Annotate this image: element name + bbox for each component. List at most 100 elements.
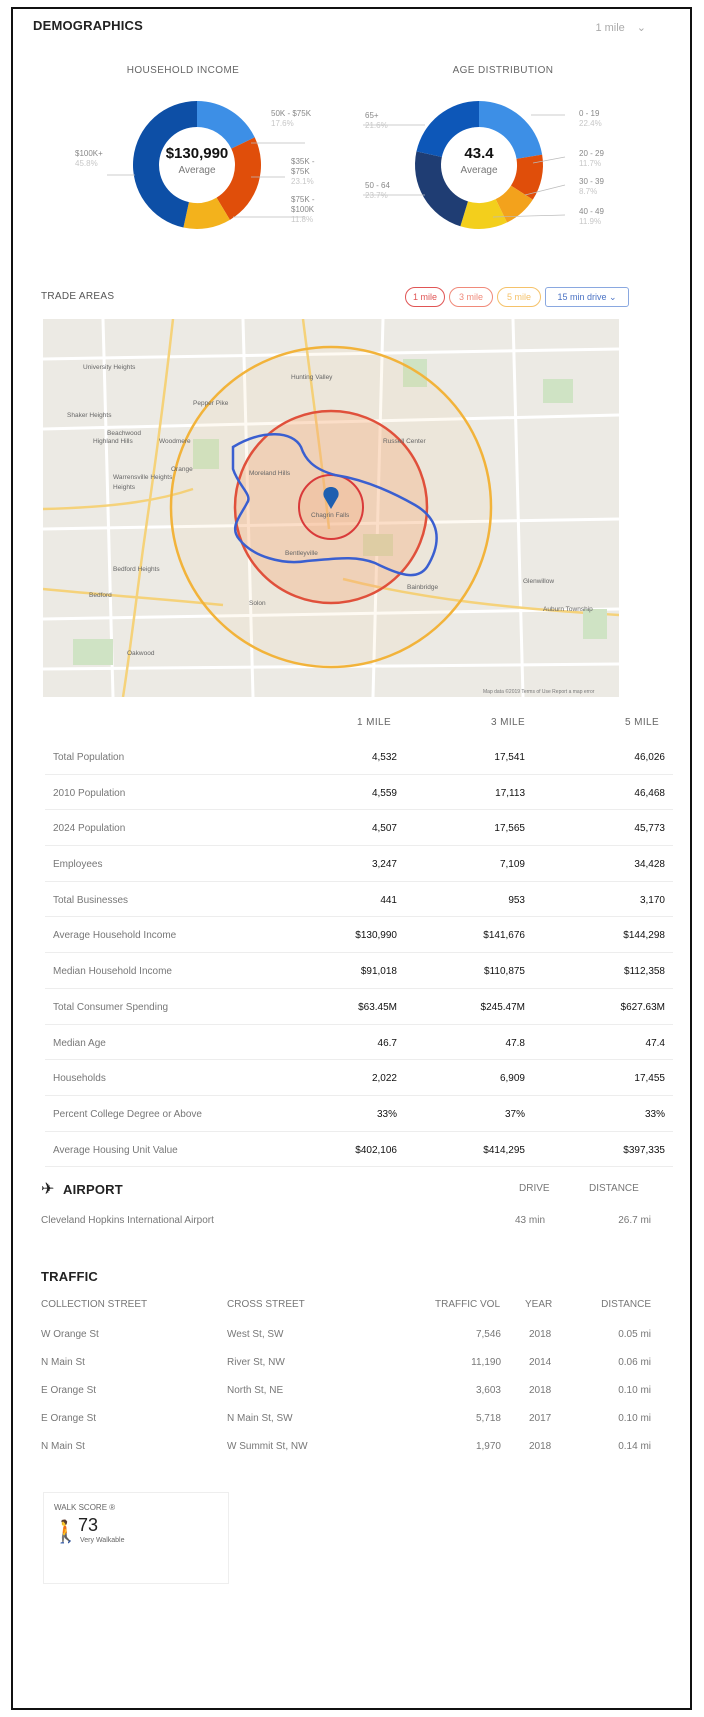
hi-label-75k-100k: $75K - $100K 11.8%: [291, 195, 315, 224]
pill-3-mile[interactable]: 3 mile: [449, 287, 493, 307]
traffic-distance: 0.10 mi: [618, 1385, 651, 1396]
traffic-row: W Orange St West St, SW 7,546 2018 0.05 mi: [41, 1321, 651, 1349]
stats-row: Households 2,022 6,909 17,455: [45, 1060, 673, 1096]
stats-value-1-mile: $91,018: [360, 966, 397, 978]
traffic-cross-street: N Main St, SW: [227, 1413, 293, 1424]
stats-row-label: 2010 Population: [53, 787, 126, 799]
traffic-collection-street: N Main St: [41, 1441, 85, 1452]
stats-value-1-mile: 4,559: [371, 787, 397, 799]
household-income-average-label: Average: [178, 165, 216, 176]
svg-text:Oakwood: Oakwood: [127, 650, 155, 657]
stats-row: Median Household Income $91,018 $110,875 $1…: [45, 953, 673, 989]
stats-value-3-mile: 17,565: [494, 823, 525, 835]
radius-select[interactable]: 1 mile: [595, 21, 646, 34]
stats-value-5-mile: 46,026: [634, 752, 665, 763]
traffic-year: 2018: [529, 1385, 552, 1396]
stats-value-1-mile: 4,507: [371, 823, 397, 835]
traffic-distance: 0.10 mi: [618, 1413, 651, 1424]
svg-text:Bainbridge: Bainbridge: [407, 584, 438, 591]
hi-label-35k-75k: $35K - $75K 23.1%: [291, 157, 315, 186]
svg-text:Solon: Solon: [249, 600, 266, 607]
walk-score-value: 73: [78, 1515, 99, 1535]
stats-value-5-mile: $144,298: [623, 930, 665, 942]
traffic-col-cross: CROSS STREET: [227, 1299, 305, 1310]
stats-row: 2024 Population 4,507 17,565 45,773: [45, 810, 673, 847]
age-average: 43.4: [464, 145, 494, 162]
stats-value-5-mile: $397,335: [623, 1144, 665, 1156]
traffic-year: 2018: [529, 1329, 552, 1340]
stats-value-5-mile: $627.63M: [620, 1001, 665, 1013]
stats-value-3-mile: 17,541: [494, 752, 525, 763]
stats-row-label: Average Household Income: [53, 930, 177, 942]
pill-1-mile[interactable]: 1 mile: [405, 287, 445, 307]
airport-col-drive: DRIVE: [519, 1183, 550, 1194]
stats-value-3-mile: 17,113: [495, 787, 525, 799]
age-distribution-card: AGE DISTRIBUTION 43.4 Average 0 - 19 22.…: [343, 45, 663, 257]
stats-row: 2010 Population 4,559 17,113 46,468: [45, 775, 673, 811]
donut-slice-4[interactable]: [415, 151, 468, 227]
stats-row: Total Consumer Spending $63.45M $245.47M $6…: [45, 989, 673, 1025]
traffic-collection-street: E Orange St: [41, 1385, 97, 1396]
stats-row-label: 2024 Population: [53, 823, 126, 835]
stats-row-label: Percent College Degree or Above: [53, 1108, 202, 1120]
svg-text:Beachwood: Beachwood: [107, 430, 141, 437]
walking-person-icon: 🚶: [52, 1519, 80, 1544]
trade-area-map[interactable]: University Heights Shaker Heights Warren…: [43, 319, 619, 697]
stats-row: Total Population 4,532 17,541 46,026: [45, 739, 673, 775]
svg-text:Heights: Heights: [113, 484, 136, 491]
traffic-volume: 5,718: [475, 1413, 501, 1424]
svg-text:Chagrin Falls: Chagrin Falls: [311, 512, 350, 519]
stats-value-5-mile: $112,358: [624, 966, 665, 978]
stats-value-1-mile: $63.45M: [358, 1001, 397, 1013]
map-canvas[interactable]: University Heights Shaker Heights Warren…: [43, 319, 619, 697]
age-label-50-64: 50 - 64 23.7%: [365, 181, 390, 200]
traffic-col-collection: COLLECTION STREET: [41, 1299, 148, 1310]
traffic-volume: 3,603: [475, 1385, 501, 1396]
demographics-header: DEMOGRAPHICS 1 mile: [33, 17, 670, 39]
stats-value-5-mile: 47.4: [645, 1037, 665, 1049]
svg-text:Bedford Heights: Bedford Heights: [113, 566, 160, 573]
airplane-icon: ✈: [41, 1181, 55, 1198]
stats-value-1-mile: 2,022: [371, 1073, 397, 1085]
traffic-row: N Main St River St, NW 11,190 2014 0.06 mi: [41, 1349, 651, 1377]
stats-value-3-mile: $141,676: [483, 930, 525, 942]
stats-row-label: Total Population: [53, 752, 125, 763]
col-3-mile: 3 MILE: [491, 717, 526, 728]
stats-value-3-mile: 953: [508, 894, 525, 906]
stats-value-1-mile: 46.7: [377, 1037, 397, 1049]
trade-areas-section: TRADE AREAS 1 mile 3 mile 5 mile 15 min …: [37, 283, 680, 703]
stats-row-label: Households: [53, 1073, 106, 1085]
household-income-average: $130,990: [165, 145, 229, 162]
stats-row: Average Household Income $130,990 $141,676…: [45, 917, 673, 954]
stats-value-5-mile: 45,773: [634, 823, 665, 835]
stats-value-5-mile: 17,455: [634, 1073, 665, 1085]
svg-text:Bedford: Bedford: [89, 592, 112, 599]
pill-5-mile[interactable]: 5 mile: [497, 287, 541, 307]
walk-score-label: WALK SCORE ®: [54, 1503, 116, 1512]
traffic-cross-street: West St, SW: [227, 1329, 284, 1340]
stats-row: Median Age 46.7 47.8 47.4: [45, 1025, 673, 1061]
svg-text:Hunting Valley: Hunting Valley: [291, 374, 333, 381]
donut-slice-0[interactable]: [197, 101, 255, 149]
stats-row-label: Total Consumer Spending: [53, 1001, 169, 1013]
traffic-year: 2017: [529, 1413, 552, 1424]
stats-row: Percent College Degree or Above 33% 37% 33%: [45, 1096, 673, 1132]
drive-time-select[interactable]: 15 min drive ⌄: [545, 287, 629, 307]
stats-value-5-mile: 34,428: [634, 859, 665, 871]
traffic-cross-street: W Summit St, NW: [227, 1441, 308, 1452]
stats-value-1-mile: 4,532: [371, 752, 397, 763]
household-income-card: HOUSEHOLD INCOME $130,990 Average 50K - …: [23, 45, 343, 257]
stats-row-label: Average Housing Unit Value: [53, 1144, 178, 1156]
map-attribution[interactable]: Map data ©2019 Terms of Use Report a map…: [483, 688, 595, 695]
traffic-row: N Main St W Summit St, NW 1,970 2018 0.14 mi: [41, 1433, 651, 1461]
demographics-title: DEMOGRAPHICS: [33, 18, 144, 33]
stats-value-1-mile: 441: [380, 894, 397, 906]
stats-value-1-mile: 3,247: [371, 859, 397, 871]
age-label-30-39: 30 - 39 8.7%: [579, 177, 604, 196]
col-1-mile: 1 MILE: [357, 717, 392, 728]
svg-text:Orange: Orange: [171, 466, 193, 473]
stats-value-5-mile: 46,468: [634, 787, 665, 799]
stats-value-3-mile: $414,295: [483, 1144, 525, 1156]
svg-text:Pepper Pike: Pepper Pike: [193, 400, 229, 407]
traffic-col-year: YEAR: [525, 1299, 553, 1310]
